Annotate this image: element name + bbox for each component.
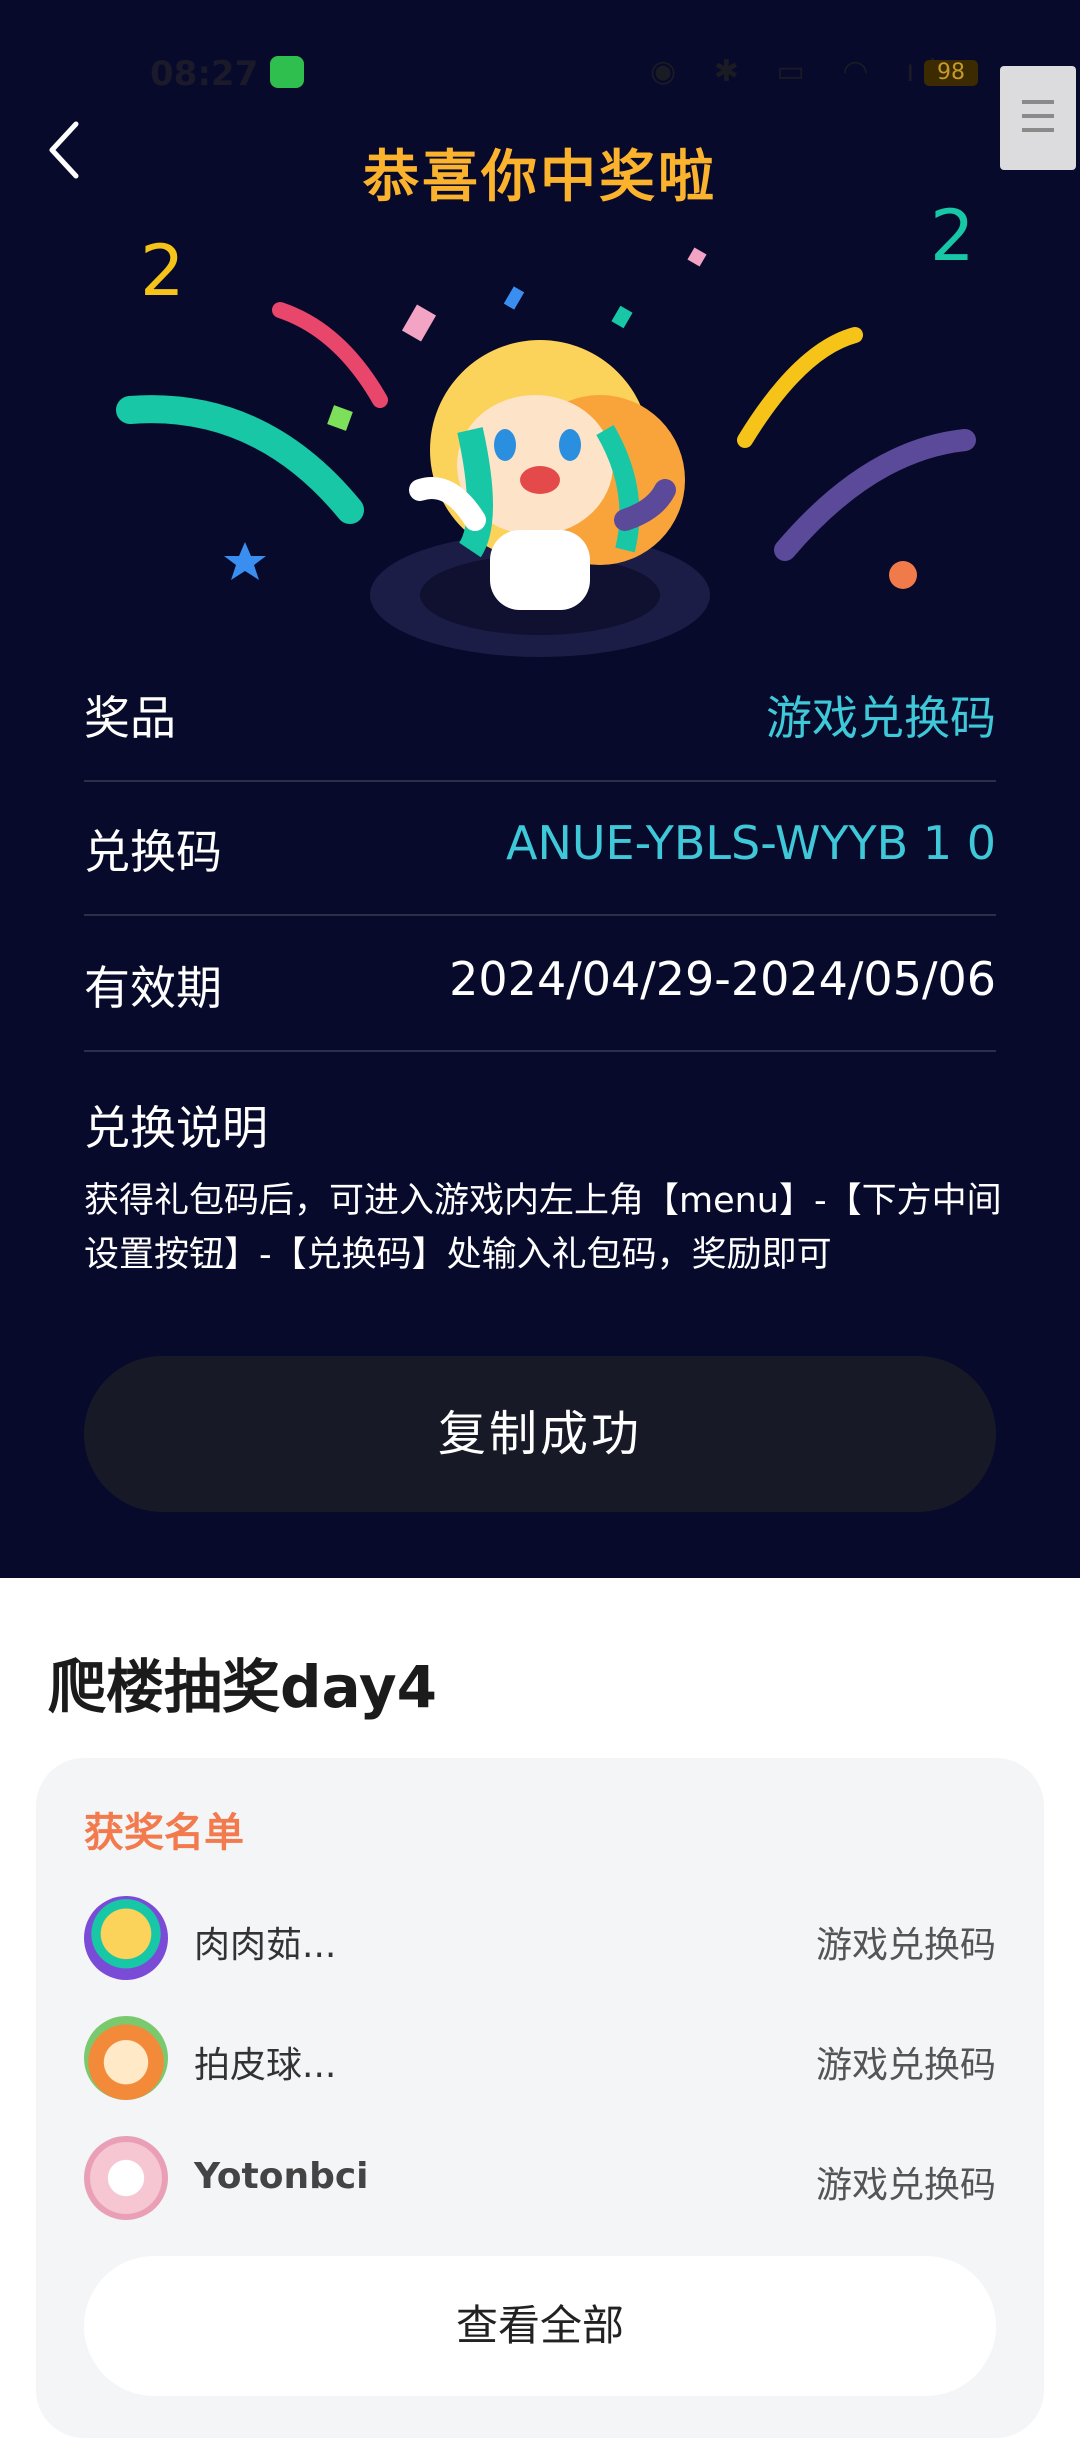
validity-row: 有效期 2024/04/29-2024/05/06 [84, 916, 996, 1052]
avatar [84, 1896, 168, 1980]
validity-label: 有效期 [84, 961, 222, 1015]
avatar [84, 2136, 168, 2220]
status-icons: ◉ ✱ ▭ ◠ ıl [650, 54, 951, 89]
battery-indicator: 98 [924, 60, 978, 86]
redeem-code-label: 兑换码 [84, 825, 222, 879]
copy-button[interactable]: 复制成功 [84, 1356, 996, 1512]
celebration-illustration: 2 2 [116, 195, 976, 657]
view-all-button[interactable]: 查看全部 [84, 2256, 996, 2396]
instructions-title: 兑换说明 [84, 1101, 268, 1155]
page-title: 恭喜你中奖啦 [363, 145, 717, 210]
winner-prize: 游戏兑换码 [815, 2045, 996, 2086]
prize-row: 奖品 游戏兑换码 [84, 646, 996, 782]
prize-value: 游戏兑换码 [766, 691, 996, 745]
event-title: 爬楼抽奖day4 [48, 1653, 438, 1721]
prize-result-panel: 2 2 08:27 ◉ ✱ ▭ ◠ ıl 98 恭喜你中奖啦 奖品 游戏兑换码 … [0, 0, 1080, 1578]
winners-card: 获奖名单 肉肉茹... 游戏兑换码 拍皮球... 游戏兑换码 Yotonbci … [36, 1758, 1044, 2438]
validity-value: 2024/04/29-2024/05/06 [449, 952, 996, 1006]
avatar [84, 2016, 168, 2100]
winners-title: 获奖名单 [84, 1810, 244, 1856]
instructions-text: 获得礼包码后，可进入游戏内左上角【menu】-【下方中间设置按钮】-【兑换码】处… [84, 1181, 1002, 1275]
status-time: 08:27 [150, 54, 259, 94]
prize-label: 奖品 [84, 691, 176, 745]
winner-item[interactable]: 拍皮球... 游戏兑换码 [84, 2016, 996, 2106]
redeem-code-row[interactable]: 兑换码 ANUE-YBLS-WYYB 1 0 [84, 780, 996, 916]
winner-item[interactable]: 肉肉茹... 游戏兑换码 [84, 1896, 996, 1986]
winner-item[interactable]: Yotonbci 游戏兑换码 [84, 2136, 996, 2226]
winner-name: 拍皮球... [194, 2045, 337, 2086]
status-bar: 08:27 ◉ ✱ ▭ ◠ ıl 98 [0, 40, 1080, 104]
svg-text:2: 2 [140, 230, 185, 312]
winner-name: 肉肉茹... [194, 1925, 337, 1966]
winner-name: Yotonbci [194, 2156, 369, 2197]
message-app-icon [270, 56, 304, 88]
redeem-code-value[interactable]: ANUE-YBLS-WYYB 1 0 [506, 816, 996, 870]
winner-prize: 游戏兑换码 [815, 2165, 996, 2206]
winner-prize: 游戏兑换码 [815, 1925, 996, 1966]
